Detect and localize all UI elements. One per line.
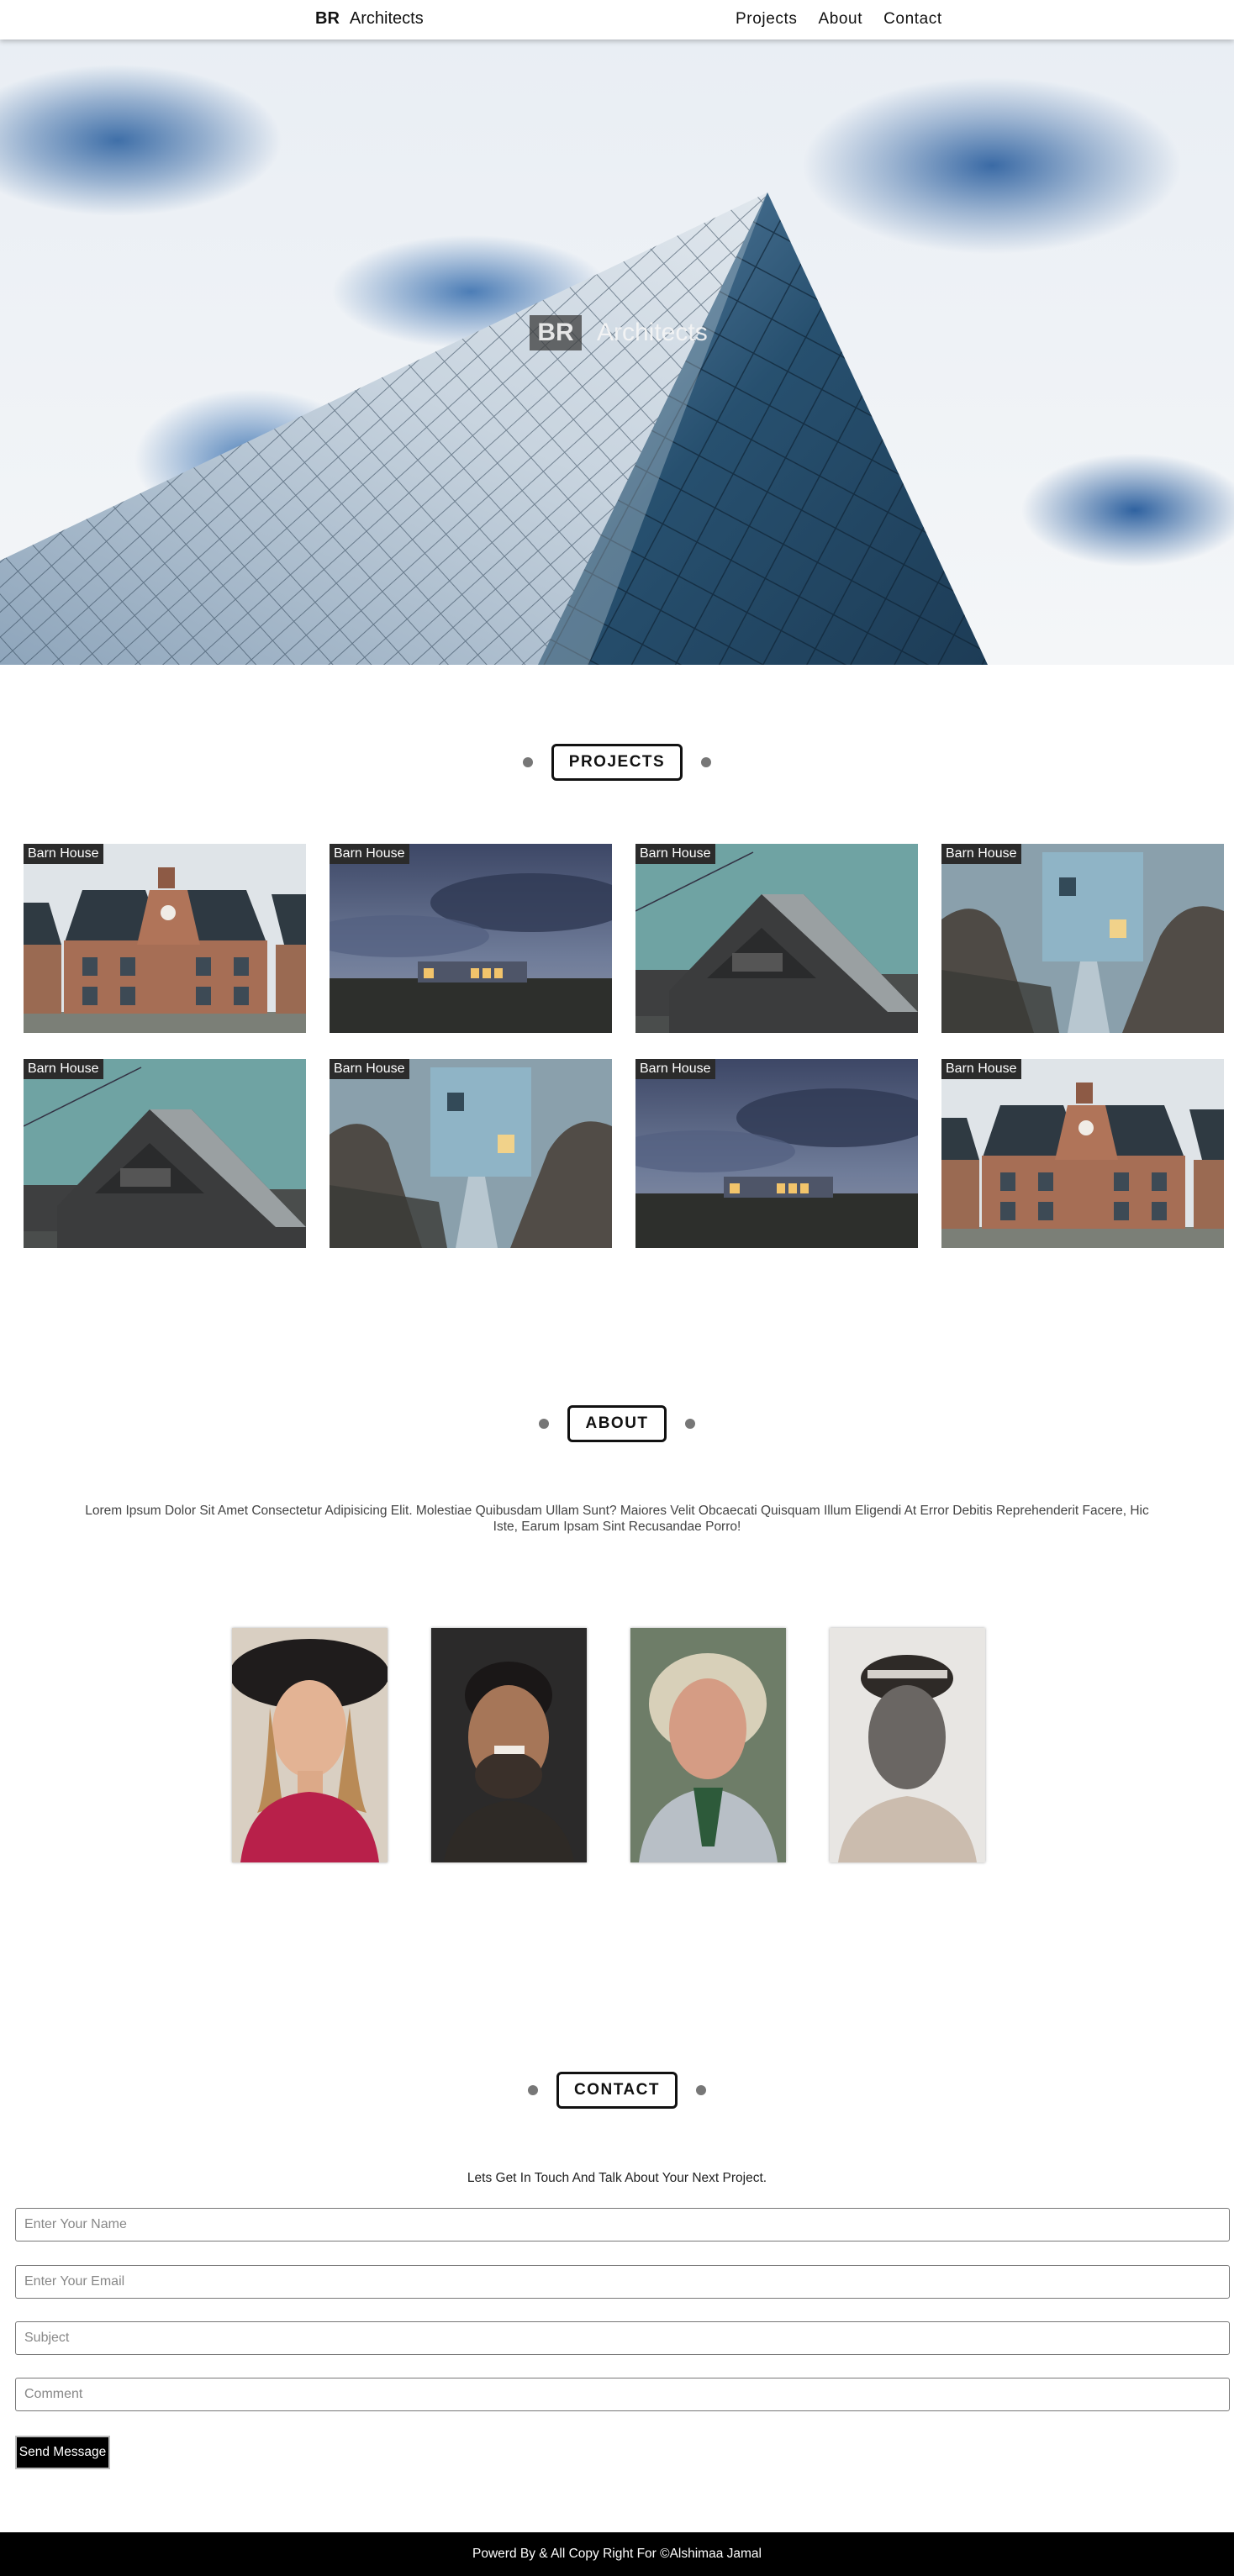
team-member-photo	[630, 1628, 786, 1862]
project-photo	[941, 1059, 1224, 1248]
heading-dot	[684, 1419, 695, 1429]
project-photo	[330, 844, 612, 1033]
nav-link-contact[interactable]: Contact	[883, 10, 942, 29]
project-label: Barn House	[24, 844, 103, 864]
about-description: Lorem Ipsum Dolor Sit Amet Consectetur A…	[85, 1504, 1149, 1534]
about-title: ABOUT	[567, 1405, 667, 1442]
project-card[interactable]: Barn House	[330, 844, 612, 1033]
subject-field[interactable]	[15, 2321, 1230, 2355]
project-label: Barn House	[941, 844, 1021, 864]
project-label: Barn House	[24, 1059, 103, 1079]
hero-logo-short: BR	[530, 315, 582, 350]
project-photo	[635, 1059, 918, 1248]
top-navbar: BR Architects Projects About Contact	[0, 0, 1234, 40]
heading-dot	[522, 757, 533, 767]
project-photo	[941, 844, 1224, 1033]
projects-title: PROJECTS	[551, 744, 683, 781]
project-card[interactable]: Barn House	[941, 844, 1224, 1033]
team-member-photo	[232, 1628, 388, 1862]
footer: Powerd By & All Copy Right For ©Alshimaa…	[0, 2532, 1234, 2576]
project-card[interactable]: Barn House	[24, 844, 306, 1033]
team-member-photo	[431, 1628, 587, 1862]
brand-logo-short: BR	[315, 9, 340, 28]
team-members	[232, 1628, 985, 1862]
name-field[interactable]	[15, 2208, 1230, 2241]
project-card[interactable]: Barn House	[24, 1059, 306, 1248]
contact-title: CONTACT	[556, 2072, 678, 2109]
project-card[interactable]: Barn House	[941, 1059, 1224, 1248]
nav-brand[interactable]: BR Architects	[315, 9, 424, 29]
heading-dot	[701, 757, 712, 767]
projects-grid: Barn House Barn House Barn House Barn Ho…	[24, 844, 1224, 1248]
heading-dot	[539, 1419, 550, 1429]
project-label: Barn House	[635, 844, 715, 864]
nav-links: Projects About Contact	[736, 10, 942, 29]
hero-brand-name: Architects	[597, 319, 708, 346]
project-card[interactable]: Barn House	[635, 844, 918, 1033]
project-photo	[24, 844, 306, 1033]
contact-heading: CONTACT	[0, 2072, 1234, 2109]
project-label: Barn House	[941, 1059, 1021, 1079]
nav-link-about[interactable]: About	[818, 10, 862, 29]
projects-heading: PROJECTS	[0, 744, 1234, 781]
nav-link-projects[interactable]: Projects	[736, 10, 797, 29]
team-member-photo	[830, 1628, 985, 1862]
project-label: Barn House	[330, 1059, 409, 1079]
hero-banner: BR Architects	[0, 40, 1234, 665]
heading-dot	[528, 2085, 539, 2095]
project-card[interactable]: Barn House	[330, 1059, 612, 1248]
project-label: Barn House	[635, 1059, 715, 1079]
project-label: Barn House	[330, 844, 409, 864]
hero-title: BR Architects	[530, 315, 708, 350]
project-card[interactable]: Barn House	[635, 1059, 918, 1248]
contact-lead-text: Lets Get In Touch And Talk About Your Ne…	[467, 2171, 767, 2185]
heading-dot	[695, 2085, 706, 2095]
email-field[interactable]	[15, 2265, 1230, 2299]
comment-field[interactable]	[15, 2378, 1230, 2411]
footer-copyright: Powerd By & All Copy Right For ©Alshimaa…	[472, 2547, 762, 2561]
send-message-button[interactable]: Send Message	[15, 2436, 110, 2469]
hero-building-image	[0, 192, 988, 665]
brand-name: Architects	[349, 9, 424, 28]
project-photo	[24, 1059, 306, 1248]
about-heading: ABOUT	[0, 1405, 1234, 1442]
project-photo	[635, 844, 918, 1033]
project-photo	[330, 1059, 612, 1248]
